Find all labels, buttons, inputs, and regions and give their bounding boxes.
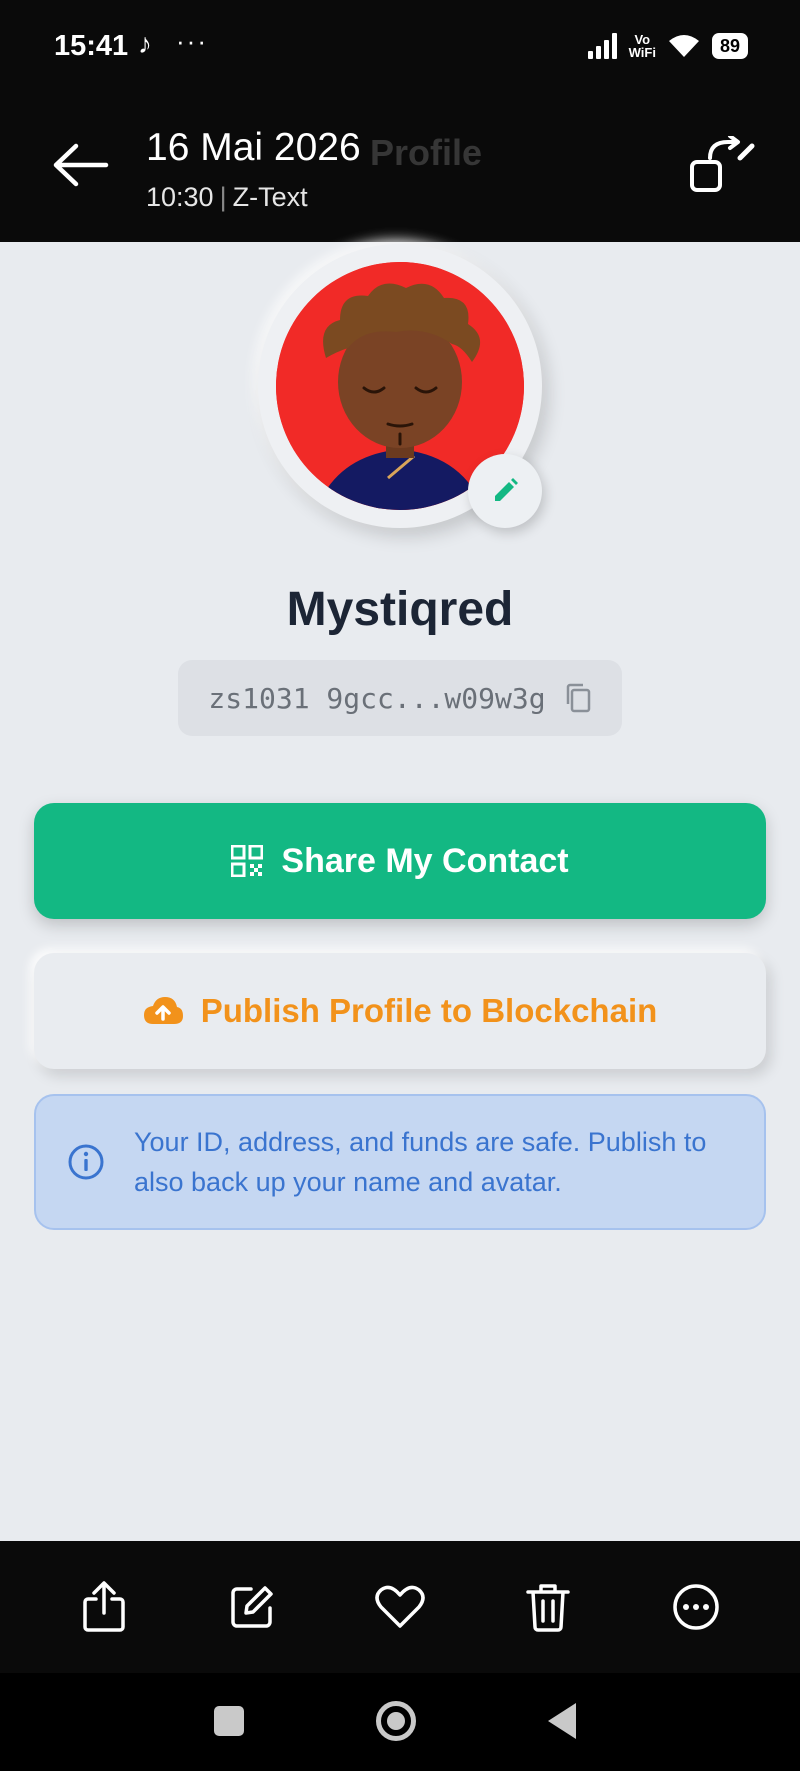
status-more: ··· [176, 26, 208, 56]
edit-avatar-button[interactable] [468, 454, 542, 528]
subtitle-time: 10:30 [146, 182, 214, 212]
status-time: 15:41 [54, 30, 129, 62]
status-icons: Vo WiFi 89 [587, 28, 748, 64]
profile-name: Mystiqred [286, 583, 514, 636]
rotate-button[interactable] [688, 134, 758, 196]
share-button[interactable] [69, 1572, 139, 1642]
cloud-upload-icon [143, 997, 183, 1024]
recents-button[interactable] [214, 1706, 244, 1736]
wifi-icon [668, 35, 699, 57]
publish-profile-button[interactable]: Publish Profile to Blockchain [34, 953, 766, 1069]
edit-icon [231, 1586, 273, 1628]
heart-icon [375, 1585, 425, 1628]
pencil-icon [495, 478, 518, 501]
address-text: zs1031 9gcc...w09w3g [208, 681, 546, 715]
more-button[interactable] [661, 1572, 731, 1642]
system-back-button[interactable] [548, 1703, 576, 1739]
share-contact-button[interactable]: Share My Contact [34, 803, 766, 919]
system-nav-bar [0, 1673, 800, 1771]
qr-code-icon [231, 845, 264, 877]
back-button[interactable] [48, 140, 112, 190]
music-note-icon: ♪ [138, 28, 152, 59]
address-chip[interactable]: zs1031 9gcc...w09w3g [178, 660, 622, 736]
share-contact-label: Share My Contact [281, 841, 569, 880]
top-app-bar: Profile 16 Mai 2026 10:30 | Z-Text [0, 92, 800, 242]
battery-level: 89 [711, 33, 748, 59]
rotate-icon [690, 134, 755, 192]
page-subtitle: 10:30 | Z-Text [146, 182, 308, 212]
arrow-left-icon [53, 143, 109, 187]
delete-button[interactable] [513, 1572, 583, 1642]
copy-icon[interactable] [564, 682, 592, 714]
share-icon [83, 1581, 125, 1632]
more-icon [673, 1584, 719, 1630]
vowifi-label: Vo WiFi [628, 32, 656, 60]
publish-profile-label: Publish Profile to Blockchain [200, 992, 658, 1029]
info-icon [68, 1144, 104, 1180]
bottom-action-bar [0, 1541, 800, 1673]
subtitle-app: Z-Text [232, 182, 308, 212]
trash-icon [526, 1584, 570, 1632]
page-title: 16 Mai 2026 [146, 126, 361, 169]
favorite-button[interactable] [365, 1572, 435, 1642]
ghost-title: Profile [370, 132, 483, 173]
info-text: Your ID, address, and funds are safe. Pu… [134, 1127, 707, 1197]
home-button[interactable] [376, 1701, 416, 1741]
info-notice: Your ID, address, and funds are safe. Pu… [34, 1094, 766, 1230]
edit-button[interactable] [217, 1572, 287, 1642]
status-bar: 15:41 ♪ ··· Vo WiFi 89 [0, 0, 800, 92]
signal-icon [587, 33, 617, 59]
